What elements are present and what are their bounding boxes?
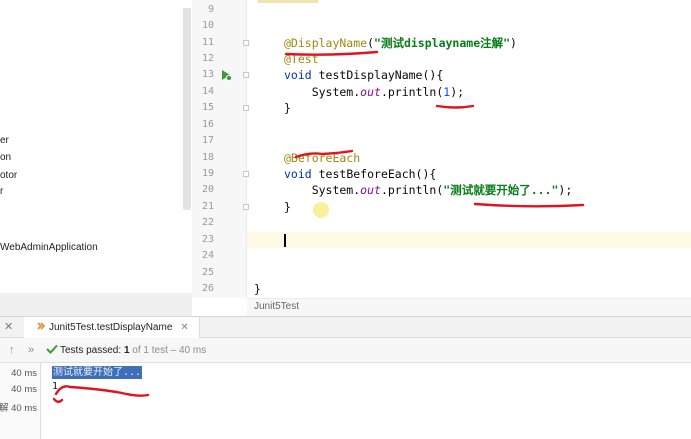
mouse-cursor-highlight [313, 202, 329, 218]
breadcrumb[interactable]: Junit5Test [247, 298, 691, 316]
line-number: 16 [201, 119, 214, 130]
tree-item[interactable]: r [0, 186, 3, 197]
run-tab-bar: ✕ Junit5Test.testDisplayName ✕ [0, 316, 691, 338]
display-name-string: "测试displayname注解" [374, 36, 511, 50]
method-signature: testBeforeEach(){ [311, 167, 437, 181]
code-editor[interactable]: 9 10 11 12 13 14 15 16 17 18 19 20 21 22… [192, 0, 691, 316]
code-line-13: void testDisplayName(){ [284, 68, 444, 82]
line-number: 22 [201, 217, 214, 228]
console-output[interactable]: 测试就要开始了... 1 [41, 363, 691, 439]
tree-item[interactable]: er [0, 135, 9, 146]
test-duration[interactable]: 解 40 ms [0, 400, 37, 414]
line-number: 10 [201, 20, 214, 31]
line-number: 18 [201, 152, 214, 163]
run-tab[interactable]: Junit5Test.testDisplayName ✕ [24, 317, 200, 338]
project-sidebar: er on otor r WebAdminApplication [0, 0, 192, 316]
code-line-19: void testBeforeEach(){ [284, 167, 437, 181]
line-number: 25 [201, 267, 214, 278]
status-detail: of 1 test – 40 ms [132, 345, 207, 356]
close-icon[interactable]: ✕ [4, 320, 13, 333]
line-number: 19 [201, 168, 214, 179]
display-name-annotation: @DisplayName [284, 36, 368, 50]
run-toolbar: ↑ » Tests passed: 1 of 1 test – 40 ms [0, 338, 691, 363]
test-results-list[interactable]: 40 ms 40 ms 解 40 ms [0, 363, 41, 439]
line-number: 9 [207, 4, 214, 15]
passed-count: 1 [123, 345, 130, 356]
tree-item-web-admin-application[interactable]: WebAdminApplication [0, 242, 98, 253]
code-line-12: @Test [252, 51, 691, 67]
test-duration[interactable]: 40 ms [11, 384, 37, 395]
line-number: 11 [201, 37, 214, 48]
line-gutter: 9 10 11 12 13 14 15 16 17 18 19 20 21 22… [192, 0, 249, 298]
line-number: 21 [201, 201, 214, 212]
close-tab-icon[interactable]: ✕ [180, 322, 188, 333]
line-number: 23 [201, 234, 214, 245]
method-signature: testDisplayName(){ [311, 68, 444, 82]
fold-icon[interactable] [243, 40, 249, 46]
code-line-20: System.out.println("测试就要开始了..."); [284, 183, 573, 197]
project-tree: er on otor r WebAdminApplication [0, 0, 192, 293]
fold-icon[interactable] [243, 204, 249, 210]
check-icon [46, 344, 58, 354]
sidebar-scrollbar[interactable] [183, 8, 191, 210]
double-chevron-icon[interactable]: » [28, 344, 34, 356]
console-line[interactable]: 1 [52, 380, 58, 393]
fold-icon[interactable] [243, 171, 249, 177]
tree-item[interactable]: on [0, 152, 11, 163]
before-each-annotation: @BeforeEach [284, 151, 361, 165]
test-duration[interactable]: 40 ms [11, 368, 37, 379]
line-number: 12 [201, 53, 214, 64]
test-annotation: @Test [284, 52, 319, 66]
run-gutter-icon[interactable] [220, 69, 232, 81]
code-line-18: @BeforeEach [252, 150, 691, 166]
fold-icon[interactable] [243, 72, 249, 78]
tree-item[interactable]: otor [0, 170, 17, 181]
line-number: 24 [201, 250, 214, 261]
line-number: 17 [201, 135, 214, 146]
line-number: 14 [201, 86, 214, 97]
line-number: 15 [201, 102, 214, 113]
code-line-14: System.out.println(1); [284, 85, 465, 99]
fold-icon[interactable] [243, 105, 249, 111]
text-caret [284, 234, 286, 247]
line-number: 20 [201, 184, 214, 195]
line-number: 13 [201, 69, 214, 80]
arrow-up-icon[interactable]: ↑ [9, 344, 15, 356]
code-line-15: } [284, 101, 291, 115]
line-number: 26 [201, 283, 214, 294]
code-area[interactable]: @DisplayName("测试displayname注解") @Test vo… [247, 0, 691, 298]
console-line-selected[interactable]: 测试就要开始了... [52, 366, 143, 379]
code-line-26: } [254, 282, 261, 296]
current-line[interactable] [247, 232, 691, 248]
sidebar-footer [0, 293, 192, 316]
code-line-11: @DisplayName("测试displayname注解") [284, 36, 517, 50]
test-status: Tests passed: 1 of 1 test – 40 ms [46, 344, 206, 356]
test-class-icon [37, 322, 46, 330]
